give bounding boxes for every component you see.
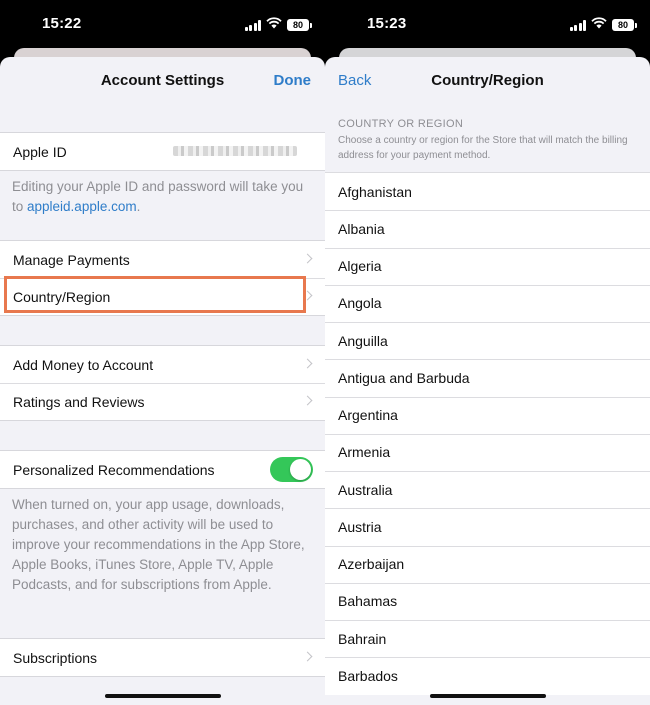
wifi-icon (591, 16, 607, 34)
appleid-link[interactable]: appleid.apple.com (27, 199, 137, 214)
country-list: Afghanistan Albania Algeria Angola Anguilla A… (325, 172, 650, 695)
money-group: Add Money to Account Ratings and Reviews (0, 345, 325, 421)
nav-bar: Back Country/Region (325, 57, 650, 105)
country-row[interactable]: Albania (325, 210, 650, 247)
chevron-right-icon (302, 358, 313, 369)
apple-id-row[interactable]: Apple ID (0, 133, 325, 170)
toggle-knob (290, 459, 311, 480)
country-label: Barbados (338, 667, 398, 684)
country-region-label: Country/Region (13, 288, 111, 305)
battery-level: 80 (287, 19, 309, 31)
section-header: COUNTRY OR REGION (338, 118, 464, 130)
battery-level: 80 (612, 19, 634, 31)
country-row[interactable]: Angola (325, 284, 650, 322)
done-button[interactable]: Done (274, 72, 312, 89)
battery-icon: 80 (287, 19, 312, 31)
personalized-toggle[interactable] (270, 457, 313, 482)
add-money-row[interactable]: Add Money to Account (0, 346, 325, 383)
chevron-right-icon (302, 253, 313, 264)
country-region-sheet: Back Country/Region COUNTRY OR REGION Ch… (325, 57, 650, 705)
payments-group: Manage Payments Country/Region (0, 240, 325, 316)
country-label: Bahamas (338, 593, 398, 610)
signal-icon (569, 19, 586, 31)
country-region-row[interactable]: Country/Region (0, 278, 325, 315)
manage-payments-label: Manage Payments (13, 251, 130, 268)
country-label: Armenia (338, 444, 391, 461)
manage-payments-row[interactable]: Manage Payments (0, 241, 325, 278)
wifi-icon (266, 16, 282, 34)
ratings-reviews-row[interactable]: Ratings and Reviews (0, 383, 325, 420)
ratings-reviews-label: Ratings and Reviews (13, 393, 145, 410)
country-row[interactable]: Bahamas (325, 582, 650, 620)
country-row[interactable]: Algeria (325, 247, 650, 285)
country-row[interactable]: Afghanistan (325, 173, 650, 210)
status-time: 15:22 (42, 15, 82, 32)
country-label: Austria (338, 518, 382, 535)
home-indicator[interactable] (429, 694, 546, 698)
apple-id-note-suffix: . (136, 199, 141, 214)
status-bar: 15:23 80 (325, 0, 650, 48)
country-row[interactable]: Barbados (325, 657, 650, 694)
country-row[interactable]: Bahrain (325, 620, 650, 657)
account-settings-screen: 15:22 80 Account Settings Done Apple ID (0, 0, 325, 705)
status-icons: 80 (569, 16, 637, 34)
country-row[interactable]: Azerbaijan (325, 545, 650, 583)
personalized-note: When turned on, your app usage, download… (12, 497, 305, 592)
status-icons: 80 (244, 16, 312, 34)
nav-bar: Account Settings Done (0, 57, 325, 105)
country-row[interactable]: Armenia (325, 433, 650, 471)
subscriptions-row[interactable]: Subscriptions (0, 639, 325, 676)
subscriptions-group: Subscriptions (0, 638, 325, 677)
apple-id-note: Editing your Apple ID and password will … (0, 171, 325, 240)
country-label: Argentina (338, 407, 398, 424)
apple-id-label: Apple ID (13, 143, 67, 160)
country-label: Albania (338, 220, 385, 237)
page-title: Country/Region (431, 72, 544, 89)
country-row[interactable]: Antigua and Barbuda (325, 359, 650, 396)
chevron-right-icon (302, 395, 313, 406)
apple-id-group: Apple ID (0, 132, 325, 171)
battery-icon: 80 (612, 19, 637, 31)
home-indicator[interactable] (104, 694, 221, 698)
signal-icon (244, 19, 261, 31)
personalized-row: Personalized Recommendations (0, 451, 325, 488)
country-label: Azerbaijan (338, 556, 405, 573)
add-money-label: Add Money to Account (13, 356, 154, 373)
apple-id-value-blurred (173, 146, 297, 156)
section-description: Choose a country or region for the Store… (338, 135, 628, 161)
country-label: Algeria (338, 258, 382, 275)
subscriptions-label: Subscriptions (13, 649, 98, 666)
country-row[interactable]: Australia (325, 471, 650, 508)
personalized-label: Personalized Recommendations (13, 461, 215, 478)
country-label: Australia (338, 481, 393, 498)
country-region-screen: 15:23 80 Back Country/Region COUNTRY OR … (325, 0, 650, 705)
status-bar: 15:22 80 (0, 0, 325, 48)
country-row[interactable]: Austria (325, 508, 650, 545)
personalized-group: Personalized Recommendations (0, 450, 325, 489)
country-row[interactable]: Anguilla (325, 322, 650, 359)
country-label: Afghanistan (338, 183, 412, 200)
country-label: Antigua and Barbuda (338, 369, 470, 386)
country-row[interactable]: Argentina (325, 396, 650, 434)
country-label: Bahrain (338, 630, 387, 647)
status-time: 15:23 (367, 15, 407, 32)
chevron-right-icon (302, 290, 313, 301)
account-settings-sheet: Account Settings Done Apple ID Editing y… (0, 57, 325, 705)
chevron-right-icon (302, 651, 313, 662)
country-label: Anguilla (338, 332, 388, 349)
country-label: Angola (338, 295, 382, 312)
